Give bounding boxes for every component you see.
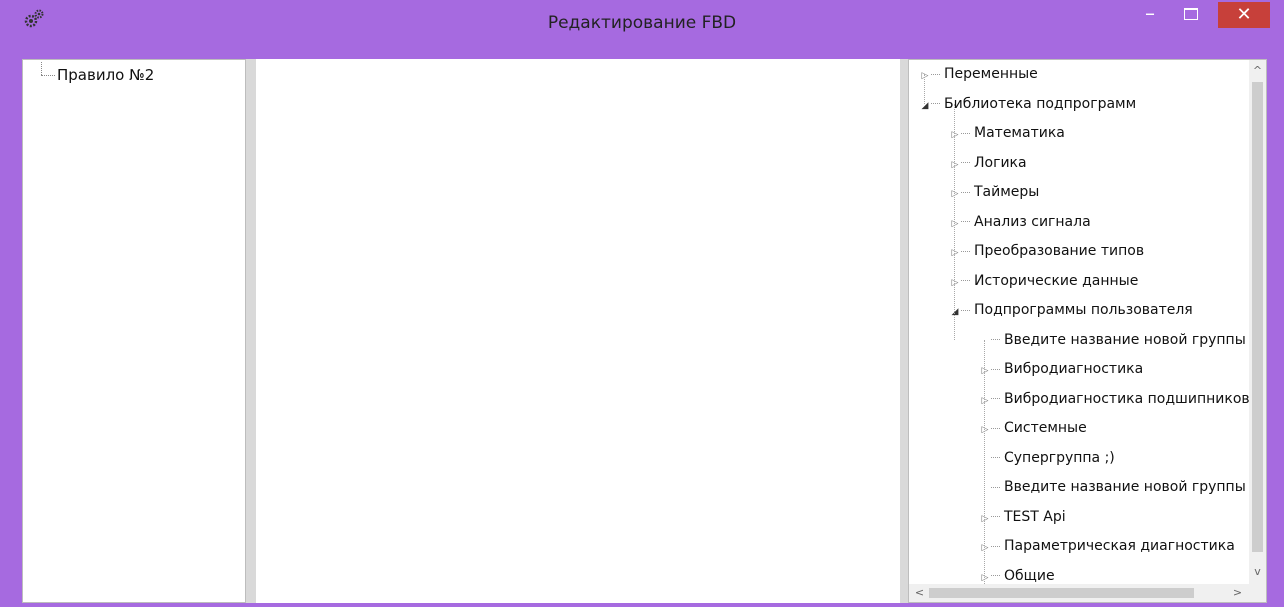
- tree-node[interactable]: ▷ Преобразование типов: [949, 239, 1145, 265]
- tree-node[interactable]: Введите название новой группы: [979, 475, 1246, 499]
- scroll-left-icon[interactable]: <: [911, 584, 928, 602]
- tree-node-label: Анализ сигнала: [974, 213, 1091, 230]
- horizontal-scroll-thumb[interactable]: [929, 588, 1194, 598]
- tree-connector: [954, 104, 955, 340]
- fbd-editor-window: Редактирование FBD – ✕ Правило №2 ▷ Перем…: [0, 0, 1284, 607]
- tree-node[interactable]: ◢ Библиотека подпрограмм: [919, 92, 1137, 118]
- tree-node[interactable]: Супергруппа ;): [979, 446, 1115, 470]
- collapsed-icon[interactable]: ▷: [949, 182, 961, 206]
- tree-connector: [984, 340, 985, 584]
- expanded-icon[interactable]: ◢: [949, 300, 961, 324]
- tree-node-label: Супергруппа ;): [1004, 449, 1115, 466]
- tree-node[interactable]: ▷ Таймеры: [949, 180, 1040, 206]
- scroll-up-icon[interactable]: ^: [1249, 62, 1266, 79]
- tree-connector: [961, 132, 970, 134]
- tree-node-label: Вибродиагностика: [1004, 361, 1144, 377]
- tree-connector: [991, 545, 1000, 547]
- tree-node-label: Параметрическая диагностика: [1004, 538, 1235, 554]
- tree-connector: [961, 309, 970, 311]
- tree-node-label: TEST Api: [1004, 508, 1066, 525]
- close-button[interactable]: ✕: [1218, 2, 1270, 28]
- scrollbar-corner: [1249, 584, 1266, 602]
- tree-connector: [961, 191, 970, 193]
- tree-connector: [991, 516, 1000, 517]
- tree-connector: [931, 103, 940, 104]
- scroll-down-icon[interactable]: v: [1249, 563, 1266, 580]
- tree-connector: [991, 427, 1000, 429]
- tree-node-label: Общие: [1004, 567, 1055, 584]
- fbd-canvas[interactable]: [256, 59, 900, 603]
- tree-node[interactable]: Введите название новой группы: [979, 328, 1246, 352]
- collapsed-icon[interactable]: ▷: [979, 566, 991, 585]
- tree-connector: [991, 486, 1000, 488]
- collapsed-icon[interactable]: ▷: [949, 153, 961, 177]
- tree-node-label: Системные: [1004, 420, 1087, 436]
- collapsed-icon[interactable]: ▷: [949, 271, 961, 295]
- rule-label: Правило №2: [57, 66, 155, 84]
- rule-tree-item[interactable]: Правило №2: [41, 66, 154, 84]
- tree-node[interactable]: ▷ Параметрическая диагностика: [979, 534, 1235, 558]
- collapsed-icon[interactable]: ▷: [979, 359, 991, 383]
- left-splitter[interactable]: [246, 59, 256, 603]
- right-splitter[interactable]: [900, 59, 908, 603]
- library-tree-panel[interactable]: ▷ Переменные ◢ Библиотека подпрограмм ▷ Матем…: [908, 59, 1267, 603]
- tree-connector: [961, 221, 970, 222]
- window-title: Редактирование FBD: [547, 13, 737, 33]
- tree-node[interactable]: ▷ Математика: [949, 121, 1065, 145]
- tree-node-label: Подпрограммы пользователя: [974, 302, 1193, 318]
- maximize-button[interactable]: [1174, 2, 1208, 28]
- vertical-scrollbar[interactable]: ^ v: [1249, 60, 1266, 584]
- tree-connector: [991, 575, 1000, 576]
- collapsed-icon[interactable]: ▷: [979, 418, 991, 442]
- tree-node[interactable]: ▷ Логика: [949, 151, 1027, 175]
- tree-node[interactable]: ▷ Общие: [979, 564, 1055, 585]
- tree-connector: [924, 74, 925, 104]
- tree-connector: [931, 73, 940, 75]
- tree-node-label: Исторические данные: [974, 272, 1139, 289]
- tree-node[interactable]: ▷ Вибродиагностика: [979, 357, 1144, 383]
- tree-connector: [991, 457, 1000, 458]
- vertical-scroll-thumb[interactable]: [1252, 82, 1263, 552]
- tree-node[interactable]: ▷ Анализ сигнала: [949, 210, 1091, 234]
- tree-connector: [991, 398, 1000, 399]
- tree-node[interactable]: ▷ Переменные: [919, 62, 1038, 86]
- library-tree[interactable]: ▷ Переменные ◢ Библиотека подпрограмм ▷ Матем…: [909, 60, 1249, 584]
- tree-node-label: Вибродиагностика подшипников: [1004, 390, 1249, 407]
- collapsed-icon[interactable]: ▷: [949, 123, 961, 147]
- tree-node[interactable]: ▷ Исторические данные: [949, 269, 1139, 295]
- tree-connector: [961, 250, 970, 252]
- tree-node[interactable]: ▷ TEST Api: [979, 505, 1066, 529]
- collapsed-icon[interactable]: ▷: [979, 507, 991, 531]
- tree-node-label: Математика: [974, 125, 1065, 141]
- tree-node-label: Преобразование типов: [974, 243, 1145, 259]
- tree-node-label: Таймеры: [974, 184, 1040, 200]
- tree-connector: [961, 162, 970, 163]
- scroll-right-icon[interactable]: >: [1229, 584, 1246, 602]
- tree-node-label: Библиотека подпрограмм: [944, 95, 1137, 112]
- tree-connector: [991, 339, 1000, 340]
- tree-node[interactable]: ▷ Вибродиагностика подшипников: [979, 387, 1249, 411]
- collapsed-icon[interactable]: ▷: [949, 212, 961, 236]
- window-border: [1267, 59, 1269, 603]
- minimize-button[interactable]: –: [1133, 2, 1167, 28]
- expanded-icon[interactable]: ◢: [919, 94, 931, 118]
- maximize-icon: [1184, 8, 1198, 20]
- tree-node[interactable]: ▷ Системные: [979, 416, 1087, 440]
- tree-node[interactable]: ◢ Подпрограммы пользователя: [949, 298, 1193, 322]
- collapsed-icon[interactable]: ▷: [979, 536, 991, 560]
- tree-connector: [991, 368, 1000, 370]
- tree-node-label: Введите название новой группы: [1004, 479, 1246, 495]
- tree-node-label: Введите название новой группы: [1004, 331, 1246, 348]
- rules-tree-panel[interactable]: Правило №2: [22, 59, 246, 603]
- collapsed-icon[interactable]: ▷: [949, 241, 961, 265]
- tree-connector: [961, 280, 970, 281]
- tree-connector: [41, 75, 55, 76]
- collapsed-icon[interactable]: ▷: [919, 64, 931, 88]
- horizontal-scrollbar[interactable]: < >: [909, 584, 1249, 602]
- tree-node-label: Логика: [974, 154, 1027, 171]
- collapsed-icon[interactable]: ▷: [979, 389, 991, 413]
- title-bar[interactable]: Редактирование FBD – ✕: [0, 0, 1284, 57]
- tree-node-label: Переменные: [944, 66, 1038, 82]
